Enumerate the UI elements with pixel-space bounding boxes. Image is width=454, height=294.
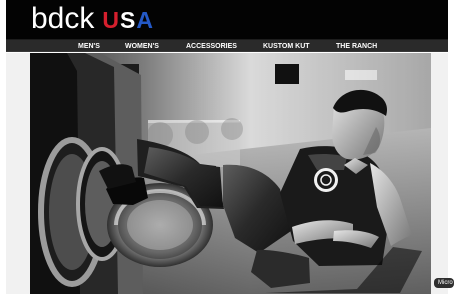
- nav-item-womens[interactable]: WOMEN'S: [125, 41, 159, 52]
- nav-item-the-ranch[interactable]: THE RANCH: [336, 41, 377, 52]
- main-navigation: MEN'S WOMEN'S ACCESSORIES KUSTOM KUT THE…: [6, 39, 448, 52]
- page: bdck U S A MEN'S WOMEN'S ACCESSORIES KUS…: [0, 0, 454, 294]
- hero-photo-frame: [30, 53, 431, 294]
- nav-item-accessories[interactable]: ACCESSORIES: [186, 41, 237, 52]
- logo-text: bdck: [31, 2, 95, 35]
- content-area: [6, 53, 448, 294]
- hero-photo: [30, 53, 431, 294]
- right-page-edge: [448, 0, 454, 294]
- logo-u: U: [102, 7, 120, 33]
- logo-a: A: [136, 7, 154, 33]
- nav-item-kustom-kut[interactable]: KUSTOM KUT: [263, 41, 310, 52]
- brand-logo[interactable]: bdck U S A: [31, 0, 154, 34]
- logo-usa: U S A: [102, 9, 154, 32]
- site-header: bdck U S A: [6, 0, 448, 39]
- nav-item-mens[interactable]: MEN'S: [78, 41, 100, 52]
- logo-s: S: [120, 7, 137, 33]
- corner-badge: Micro: [434, 278, 454, 288]
